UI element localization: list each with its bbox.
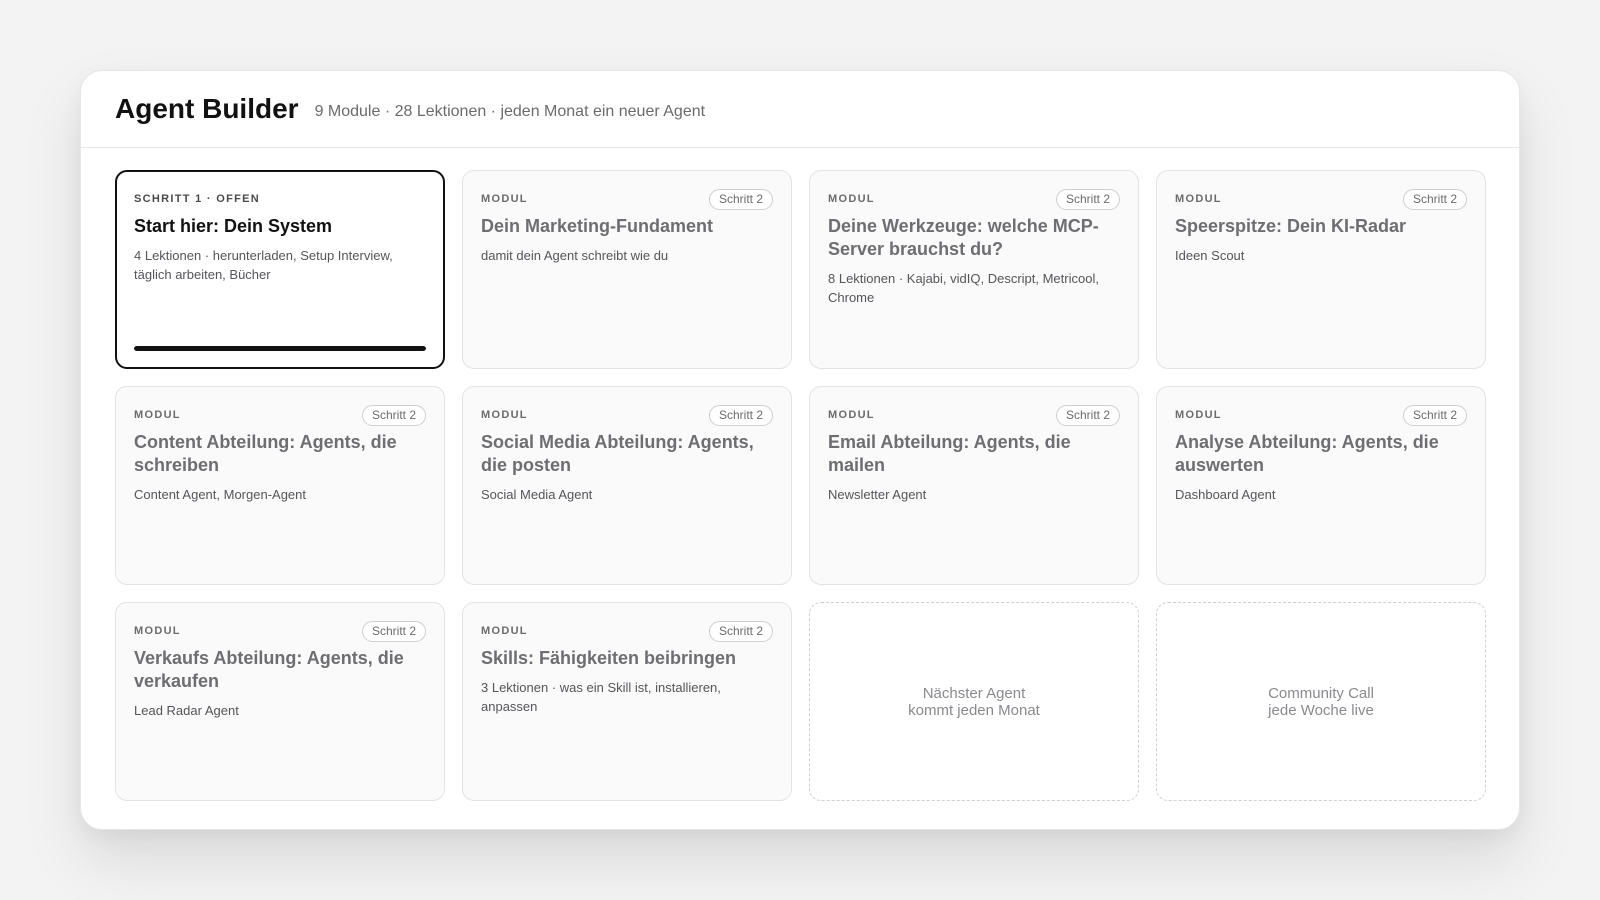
- module-label: MODUL: [828, 193, 875, 205]
- placeholder-line: kommt jeden Monat: [908, 702, 1040, 719]
- module-label: MODUL: [134, 625, 181, 637]
- placeholder-text: Community Call jede Woche live: [1268, 685, 1374, 719]
- card-top: MODUL Schritt 2: [828, 188, 1120, 210]
- step-badge: Schritt 2: [1402, 188, 1467, 210]
- module-card-analyse[interactable]: MODUL Schritt 2 Analyse Abteilung: Agent…: [1156, 386, 1486, 585]
- progress-bar: [134, 346, 426, 351]
- module-grid: SCHRITT 1 · OFFEN Start hier: Dein Syste…: [115, 170, 1487, 801]
- step-badge: Schritt 2: [361, 404, 426, 426]
- step-label: SCHRITT 1 · OFFEN: [134, 193, 260, 205]
- step-badge: Schritt 2: [708, 404, 773, 426]
- card-top: MODUL Schritt 2: [1175, 188, 1467, 210]
- module-title: Analyse Abteilung: Agents, die auswerten: [1175, 432, 1439, 475]
- module-description: damit dein Agent schreibt wie du: [481, 248, 669, 263]
- module-description: Dashboard Agent: [1175, 487, 1276, 502]
- step-badge: Schritt 2: [708, 620, 773, 642]
- step-badge: Schritt 2: [1402, 404, 1467, 426]
- placeholder-line: Nächster Agent: [922, 685, 1026, 702]
- module-label: MODUL: [481, 625, 528, 637]
- module-card-content[interactable]: MODUL Schritt 2 Content Abteilung: Agent…: [115, 386, 445, 585]
- module-card-start[interactable]: SCHRITT 1 · OFFEN Start hier: Dein Syste…: [115, 170, 445, 369]
- module-title: Deine Werkzeuge: welche MCP-Server brauc…: [828, 216, 1099, 259]
- step-badge: Schritt 2: [361, 620, 426, 642]
- module-title: Email Abteilung: Agents, die mailen: [828, 432, 1071, 475]
- course-panel: Agent Builder 9 Module · 28 Lektionen · …: [80, 70, 1520, 830]
- placeholder-line: Community Call: [1268, 685, 1374, 702]
- module-description: Newsletter Agent: [828, 487, 927, 502]
- header: Agent Builder 9 Module · 28 Lektionen · …: [81, 71, 1519, 148]
- card-top: MODUL Schritt 2: [481, 620, 773, 642]
- module-description: 8 Lektionen · Kajabi, vidIQ, Descript, M…: [828, 271, 1099, 305]
- module-label: MODUL: [1175, 409, 1222, 421]
- module-label: MODUL: [828, 409, 875, 421]
- module-card-social-media[interactable]: MODUL Schritt 2 Social Media Abteilung: …: [462, 386, 792, 585]
- module-label: MODUL: [481, 193, 528, 205]
- module-title: Speerspitze: Dein KI-Radar: [1175, 216, 1407, 236]
- module-card-skills[interactable]: MODUL Schritt 2 Skills: Fähigkeiten beib…: [462, 602, 792, 801]
- module-card-marketing[interactable]: MODUL Schritt 2 Dein Marketing-Fundament…: [462, 170, 792, 369]
- card-top: MODUL Schritt 2: [134, 404, 426, 426]
- module-card-verkauf[interactable]: MODUL Schritt 2 Verkaufs Abteilung: Agen…: [115, 602, 445, 801]
- module-description: Content Agent, Morgen-Agent: [134, 487, 307, 502]
- module-title: Social Media Abteilung: Agents, die post…: [481, 432, 754, 475]
- module-title: Dein Marketing-Fundament: [481, 216, 714, 236]
- placeholder-text: Nächster Agent kommt jeden Monat: [908, 685, 1040, 719]
- step-badge: Schritt 2: [708, 188, 773, 210]
- module-card-ki-radar[interactable]: MODUL Schritt 2 Speerspitze: Dein KI-Rad…: [1156, 170, 1486, 369]
- module-description: Social Media Agent: [481, 487, 593, 502]
- card-top: SCHRITT 1 · OFFEN: [134, 188, 426, 210]
- card-top: MODUL Schritt 2: [1175, 404, 1467, 426]
- page-title: Agent Builder: [115, 93, 299, 124]
- module-card-tools[interactable]: MODUL Schritt 2 Deine Werkzeuge: welche …: [809, 170, 1139, 369]
- card-top: MODUL Schritt 2: [481, 188, 773, 210]
- module-title: Start hier: Dein System: [134, 216, 333, 236]
- module-title: Verkaufs Abteilung: Agents, die verkaufe…: [134, 648, 404, 691]
- placeholder-line: jede Woche live: [1268, 702, 1374, 719]
- placeholder-next-agent: Nächster Agent kommt jeden Monat: [809, 602, 1139, 801]
- placeholder-community-call: Community Call jede Woche live: [1156, 602, 1486, 801]
- module-card-email[interactable]: MODUL Schritt 2 Email Abteilung: Agents,…: [809, 386, 1139, 585]
- module-title: Content Abteilung: Agents, die schreiben: [134, 432, 397, 475]
- module-label: MODUL: [1175, 193, 1222, 205]
- card-top: MODUL Schritt 2: [134, 620, 426, 642]
- module-description: 3 Lektionen · was ein Skill ist, install…: [481, 680, 721, 714]
- card-top: MODUL Schritt 2: [481, 404, 773, 426]
- page-subtitle: 9 Module · 28 Lektionen · jeden Monat ei…: [314, 103, 706, 120]
- card-top: MODUL Schritt 2: [828, 404, 1120, 426]
- module-description: Lead Radar Agent: [134, 703, 239, 718]
- module-description: Ideen Scout: [1175, 248, 1245, 263]
- module-title: Skills: Fähigkeiten beibringen: [481, 648, 737, 668]
- progress-bar-fill: [134, 346, 426, 351]
- step-badge: Schritt 2: [1055, 404, 1120, 426]
- module-label: MODUL: [134, 409, 181, 421]
- step-badge: Schritt 2: [1055, 188, 1120, 210]
- module-label: MODUL: [481, 409, 528, 421]
- module-description: 4 Lektionen · herunterladen, Setup Inter…: [134, 248, 393, 282]
